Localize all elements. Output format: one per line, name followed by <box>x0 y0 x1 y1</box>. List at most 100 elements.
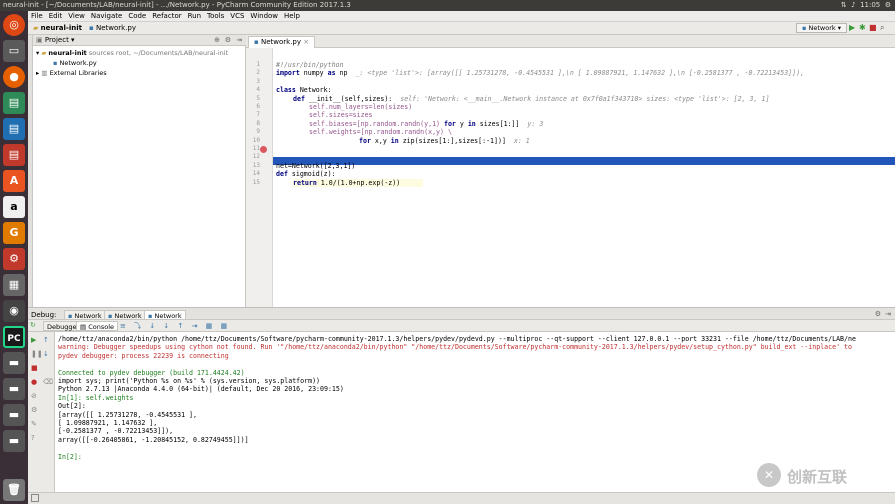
ubuntu-dash-icon[interactable]: ◎ <box>3 14 25 36</box>
software-center-icon[interactable]: A <box>3 170 25 192</box>
project-panel-header: ▣ Project ▾ ⊕ ⚙ ⇥ <box>33 35 246 46</box>
volume-icon[interactable]: ♪ <box>851 1 855 9</box>
drive-icon-4[interactable]: ▬ <box>3 430 25 452</box>
menu-edit[interactable]: Edit <box>46 11 66 22</box>
writer-icon[interactable]: ▤ <box>3 118 25 140</box>
tab-network-py[interactable]: ▪ Network.py × <box>248 36 316 48</box>
chevron-down-icon: ▾ <box>36 49 40 57</box>
settings-icon-debug[interactable]: ⚙ <box>875 310 881 318</box>
console-line: import sys; print('Python %s on %s' % (s… <box>58 377 321 385</box>
code-line: self.weights=[np.random.randn(x,y) \ <box>309 128 452 137</box>
python-icon: ▪ <box>802 24 807 32</box>
watermark-logo: ✕ 创新互联 <box>757 460 887 490</box>
search-icon[interactable]: ⌕ <box>880 24 888 32</box>
drive-icon-3[interactable]: ▬ <box>3 404 25 426</box>
hide-panel-icon[interactable]: ⇥ <box>885 310 891 318</box>
line-number: 4 <box>256 86 260 94</box>
menu-window[interactable]: Window <box>247 11 281 22</box>
console-line: Connected to pydev debugger (build 171.4… <box>58 368 245 377</box>
pycharm-icon[interactable]: PC <box>3 326 25 348</box>
project-icon: ▣ <box>36 36 43 44</box>
settings-icon-side[interactable]: ⚙ <box>31 406 37 414</box>
console-line: [ 1.09887921, 1.147632 ], <box>58 419 158 427</box>
settings-icon-panel[interactable]: ⚙ <box>225 35 231 46</box>
pause-icon[interactable]: ❚❚ <box>31 350 43 358</box>
tool-windows-icon[interactable] <box>31 494 39 502</box>
firefox-icon[interactable]: ● <box>3 66 25 88</box>
stop-icon[interactable]: ■ <box>31 364 38 372</box>
system-tray: ⇅ ♪ 11:05 ⚙ <box>841 0 891 11</box>
code-line: return 1.0/(1.0+np.exp(-z)) <box>293 178 423 187</box>
run-icon[interactable]: ▶ <box>849 24 857 32</box>
project-view-select[interactable]: ▣ Project ▾ <box>36 35 75 46</box>
stop-icon[interactable]: ■ <box>869 24 877 32</box>
python-icon: ▪ <box>68 312 73 320</box>
gear-icon[interactable]: ⚙ <box>3 248 25 270</box>
trash-icon[interactable]: 🗑 <box>3 479 25 501</box>
debug-session-tab-active[interactable]: ▪ Network <box>144 310 186 320</box>
console-line: [array([[ 1.25731278, -0.4545531 ], <box>58 410 197 419</box>
hide-panel-icon[interactable]: ⇥ <box>236 35 242 46</box>
code-line: class Network: <box>276 86 332 95</box>
python-file-icon: ▪ <box>89 24 94 32</box>
terminal-icon[interactable]: ▦ <box>3 274 25 296</box>
pin-icon[interactable]: ✎ <box>31 420 37 428</box>
calc-icon[interactable]: ▤ <box>3 92 25 114</box>
step-controls[interactable]: ≡ ⤵ ↓ ↓ ↑ ⇥ ▦ ▦ <box>120 321 230 331</box>
amazon-icon[interactable]: a <box>3 196 25 218</box>
tab-console[interactable]: ▤ Console <box>76 321 119 331</box>
menu-help[interactable]: Help <box>281 11 303 22</box>
menu-navigate[interactable]: Navigate <box>88 11 125 22</box>
scroll-up-icon[interactable]: ↑ <box>43 336 49 344</box>
line-number: 7 <box>256 111 260 119</box>
menu-vcs[interactable]: VCS <box>227 11 247 22</box>
breadcrumb-file[interactable]: ▪ Network.py <box>86 23 139 34</box>
settings-icon[interactable]: ⚙ <box>885 1 891 9</box>
close-icon[interactable]: × <box>303 38 309 46</box>
tree-item-file[interactable]: ▪ Network.py <box>53 58 97 68</box>
console-line: pydev debugger: process 22239 is connect… <box>58 351 229 360</box>
menu-view[interactable]: View <box>65 11 88 22</box>
network-icon[interactable]: ⇅ <box>841 1 847 9</box>
menu-refactor[interactable]: Refactor <box>149 11 184 22</box>
debug-session-tab[interactable]: ▪ Network <box>104 310 146 320</box>
clear-icon[interactable]: ⌫ <box>43 378 53 386</box>
debug-tool-window-header: Debug: ▪ Network ▪ Network ▪ Network ⚙ ⇥ <box>28 307 895 320</box>
resume-icon[interactable]: ▶ <box>31 336 36 344</box>
console-line: warning: Debugger speedups using cython … <box>58 343 852 352</box>
menu-run[interactable]: Run <box>185 11 204 22</box>
code-line: def __init__(self,sizes): self: 'Network… <box>293 94 770 103</box>
debug-session-tab[interactable]: ▪ Network <box>64 310 106 320</box>
menu-bar: File Edit View Navigate Code Refactor Run Tools… <box>28 11 895 22</box>
python-file-icon: ▪ <box>254 38 259 46</box>
sync-icon[interactable]: ⊕ <box>214 35 220 46</box>
files-icon[interactable]: ▭ <box>3 40 25 62</box>
system-settings-icon[interactable]: G <box>3 222 25 244</box>
run-configuration-select[interactable]: ▪ Network ▾ <box>796 23 847 33</box>
rerun-icon[interactable]: ↻ <box>30 321 36 329</box>
impress-icon[interactable]: ▤ <box>3 144 25 166</box>
tree-item-external-libraries[interactable]: ▸ ▥ External Libraries <box>36 68 107 78</box>
python-file-icon: ▪ <box>53 59 58 67</box>
line-number-gutter: 1 2 3 4 5 6 7 8 9 10 11 12 13 14 15 <box>246 48 273 307</box>
view-breakpoints-icon[interactable]: ● <box>31 378 37 386</box>
menu-file[interactable]: File <box>28 11 46 22</box>
drive-icon[interactable]: ▬ <box>3 352 25 374</box>
code-line: self.biases=[np.random.randn(y,1) for y … <box>309 119 544 128</box>
debug-icon[interactable]: ✱ <box>859 24 867 32</box>
help-icon[interactable]: ? <box>31 434 35 442</box>
tree-item-root[interactable]: ▾ ▰ neural-init sources root, ~/Document… <box>36 48 228 58</box>
mute-breakpoints-icon[interactable]: ⊘ <box>31 392 37 400</box>
menu-tools[interactable]: Tools <box>204 11 227 22</box>
menu-code[interactable]: Code <box>125 11 149 22</box>
breadcrumb-project[interactable]: ▰ neural-init <box>30 23 85 34</box>
window-title: neural-init - [~/Documents/LAB/neural-in… <box>3 1 351 9</box>
scroll-down-icon[interactable]: ↓ <box>43 350 49 358</box>
drive-icon-2[interactable]: ▬ <box>3 378 25 400</box>
console-prompt[interactable]: In[2]: <box>58 453 82 461</box>
camera-icon[interactable]: ◉ <box>3 300 25 322</box>
code-area[interactable]: #!/usr/bin/python import numpy as np _: … <box>273 48 895 307</box>
clock[interactable]: 11:05 <box>860 1 880 9</box>
breakpoint-icon[interactable] <box>260 146 267 153</box>
code-line: def sigmoid(z): <box>276 170 336 179</box>
